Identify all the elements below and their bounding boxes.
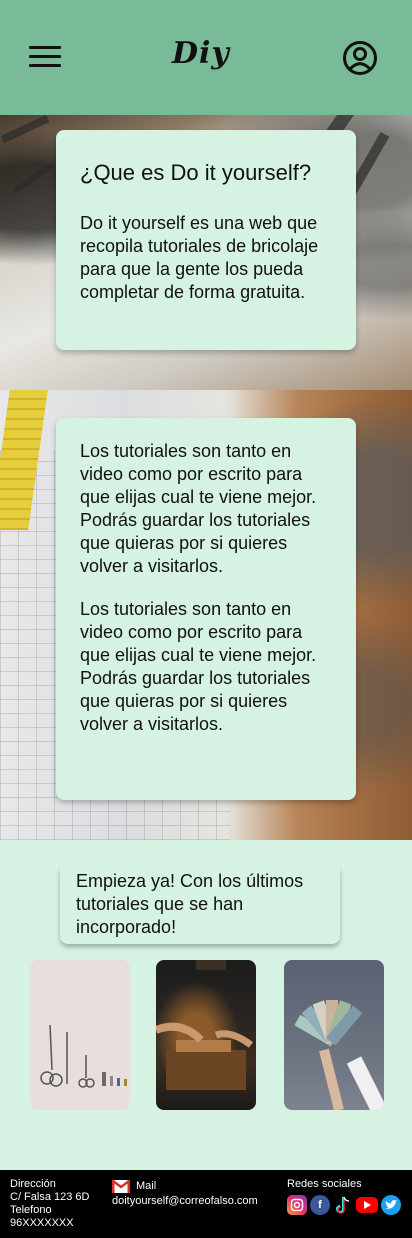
mail-icon bbox=[112, 1180, 130, 1193]
instagram-icon[interactable] bbox=[287, 1195, 307, 1215]
tutorials-info-paragraph: Los tutoriales son tanto en video como p… bbox=[80, 599, 317, 734]
tutorial-thumbnail-tools[interactable] bbox=[30, 960, 130, 1110]
twitter-icon[interactable] bbox=[381, 1195, 401, 1215]
tutorials-info-card: Los tutoriales son tanto en video como p… bbox=[56, 418, 356, 800]
footer: Dirección C/ Falsa 123 6D Telefono 96XXX… bbox=[0, 1170, 412, 1238]
about-text: Do it yourself es una web que recopila t… bbox=[80, 213, 319, 302]
about-title: ¿Que es Do it yourself? bbox=[80, 160, 312, 185]
mail-address-link[interactable]: doityourself@correofalso.com bbox=[112, 1195, 258, 1208]
footer-address: Dirección C/ Falsa 123 6D Telefono 96XXX… bbox=[10, 1178, 90, 1229]
facebook-icon[interactable]: f bbox=[310, 1195, 330, 1215]
footer-social: Redes sociales f bbox=[287, 1178, 401, 1215]
tutorials-info-paragraph: Los tutoriales son tanto en video como p… bbox=[80, 441, 317, 576]
start-now-banner: Empieza ya! Con los últimos tutoriales q… bbox=[60, 868, 340, 944]
about-card: ¿Que es Do it yourself? Do it yourself e… bbox=[56, 130, 356, 350]
account-icon[interactable] bbox=[342, 40, 378, 76]
hamburger-menu-icon[interactable] bbox=[29, 46, 61, 70]
footer-mail: Mail doityourself@correofalso.com bbox=[112, 1180, 258, 1208]
tutorial-thumbnail-woodwork[interactable] bbox=[156, 960, 256, 1110]
youtube-icon[interactable] bbox=[356, 1197, 378, 1213]
tiktok-icon[interactable] bbox=[333, 1195, 353, 1215]
site-logo[interactable]: Diy bbox=[172, 36, 230, 71]
tutorial-thumbnail-paint-swatches[interactable] bbox=[284, 960, 384, 1110]
top-bar: Diy bbox=[0, 0, 412, 115]
